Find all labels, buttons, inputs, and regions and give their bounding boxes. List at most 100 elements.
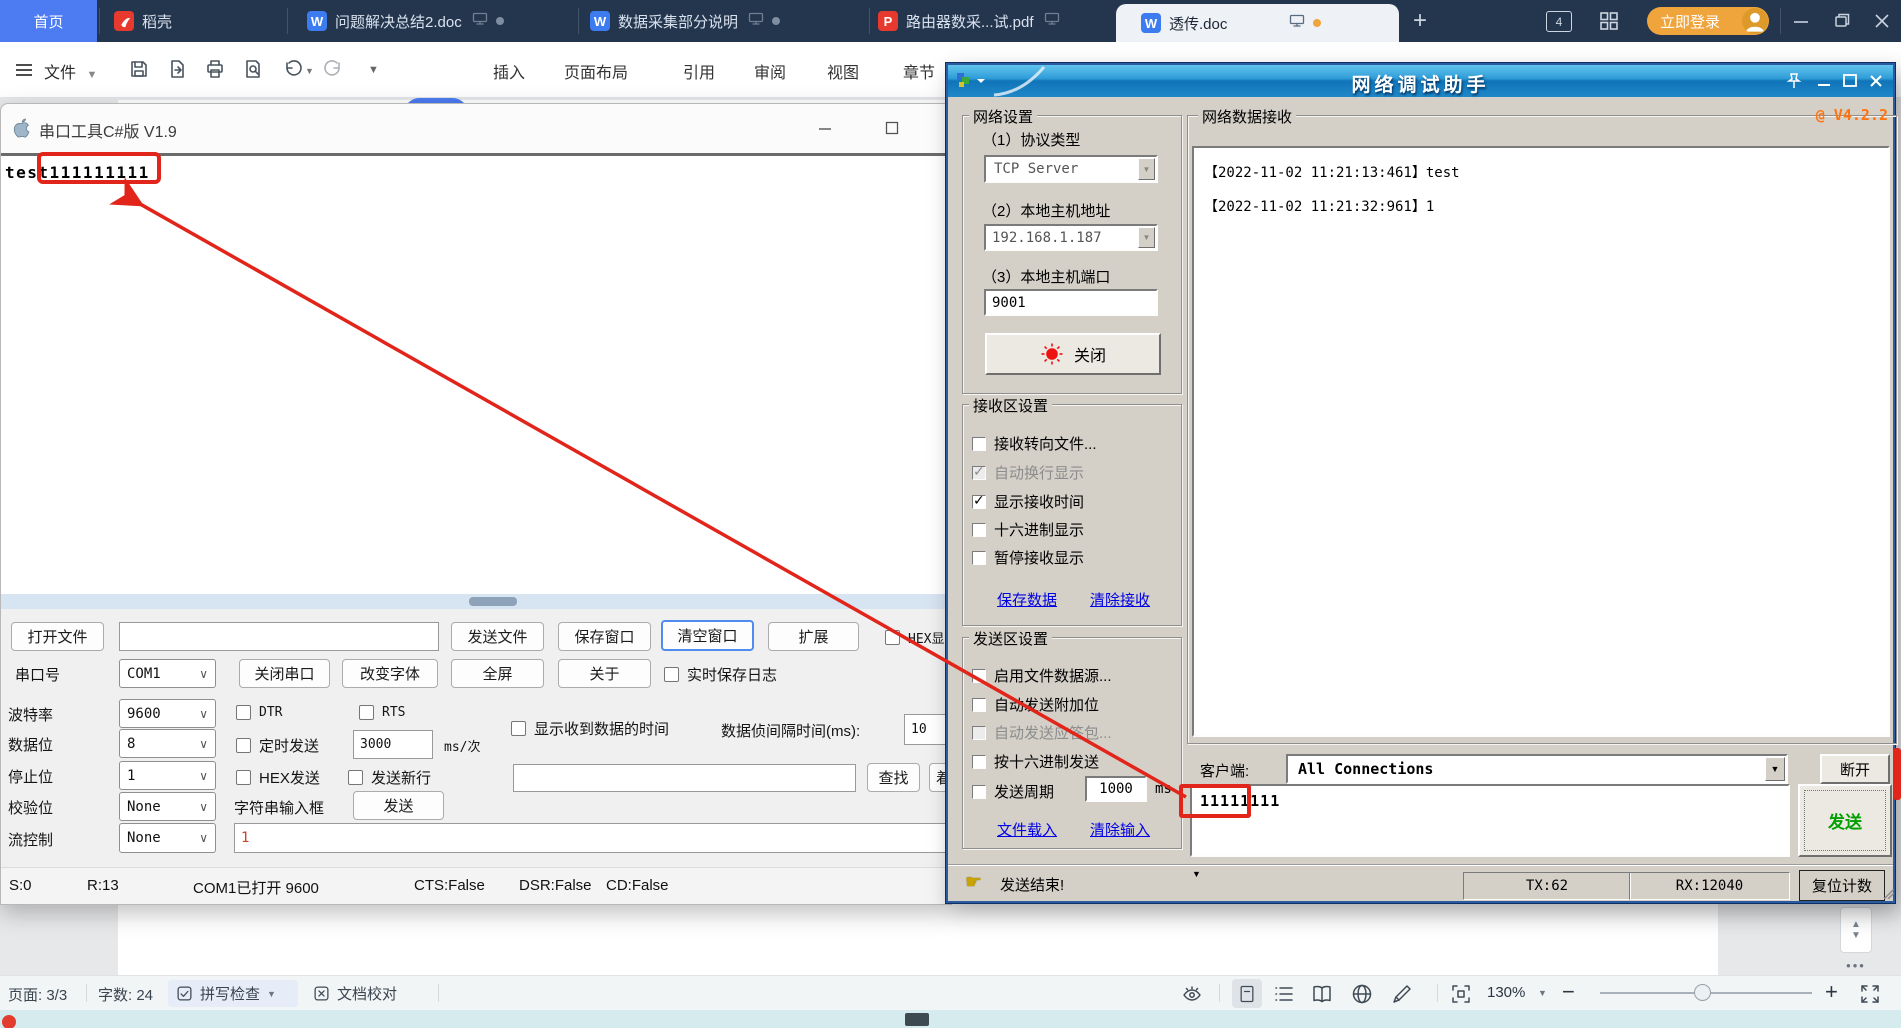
send-data-input[interactable]: 11111111 [1190,784,1790,857]
eye-protect-icon[interactable] [1180,982,1204,1010]
checkbox-icon[interactable] [236,738,251,753]
chevron-down-icon[interactable]: ▼ [1851,930,1861,941]
checkbox-icon[interactable] [972,755,986,769]
tab-section[interactable]: 章节 [903,59,935,83]
tab-doc2[interactable]: W 数据采集部分说明 [580,0,867,42]
page-view-button[interactable] [1232,979,1262,1008]
checkbox-icon[interactable] [359,705,374,720]
tab-home[interactable]: 首页 [0,0,97,42]
undo-dropdown-icon[interactable]: ▼ [305,66,314,76]
hex-send-checkbox[interactable]: 按十六进制发送 [972,751,1099,772]
reset-count-button[interactable]: 复位计数 [1799,870,1885,901]
file-path-input[interactable] [119,622,439,651]
dtr-checkbox[interactable]: DTR [236,705,282,720]
new-tab-button[interactable]: + [1404,5,1436,37]
fullscreen-button[interactable]: 全屏 [451,659,544,688]
zoom-dropdown-icon[interactable]: ▼ [1538,988,1547,998]
spell-check-button[interactable]: 拼写检查 ▼ [168,980,298,1007]
file-menu[interactable]: 文件 ▼ [44,59,97,83]
string-send-input[interactable]: 1 [234,823,949,853]
checkbox-icon[interactable] [972,523,986,537]
com-port-select[interactable]: COM1∨ [119,659,216,688]
tab-active-doc[interactable]: W 透传.doc [1116,4,1399,42]
auto-wrap-checkbox[interactable]: 自动换行显示 [972,462,1084,483]
serial-title-bar[interactable]: 串口工具C#版 V1.9 [1,104,951,153]
window-restore-button[interactable] [1831,12,1853,30]
checkbox-icon[interactable] [972,437,986,451]
serial-h-scrollbar[interactable] [1,594,951,609]
scrollbar-thumb[interactable] [469,597,517,606]
serial-minimize-button[interactable] [811,118,839,138]
serial-display-area[interactable]: test111111111 [1,156,951,594]
data-bits-select[interactable]: 8∨ [119,729,216,758]
zoom-slider-thumb[interactable] [1694,984,1711,1001]
show-recv-time-checkbox[interactable]: 显示收到数据的时间 [511,718,669,739]
export-icon[interactable] [166,58,188,85]
undo-icon[interactable] [282,58,304,85]
send-file-button[interactable]: 发送文件 [451,622,544,651]
chevron-down-icon[interactable]: ▼ [1765,757,1785,781]
serial-send-button[interactable]: 发送 [353,791,444,820]
ink-pen-icon[interactable] [1390,982,1414,1010]
baud-select[interactable]: 9600∨ [119,699,216,728]
protocol-select[interactable]: TCP Server ▼ [984,155,1158,183]
zoom-in-button[interactable]: + [1825,979,1838,1005]
save-icon[interactable] [128,58,150,85]
doc-more-dots-icon[interactable]: ••• [1842,958,1870,973]
outline-view-icon[interactable] [1272,982,1296,1010]
checkbox-icon[interactable] [972,551,986,565]
zoom-out-button[interactable]: − [1562,979,1575,1005]
window-minimize-button[interactable] [1790,12,1812,30]
open-file-button[interactable]: 打开文件 [11,622,104,651]
checkbox-icon[interactable] [348,770,363,785]
send-newline-checkbox[interactable]: 发送新行 [348,767,431,788]
web-layout-icon[interactable] [1350,982,1374,1010]
network-maximize-button[interactable] [1840,71,1860,95]
tab-doc1[interactable]: W 问题解决总结2.doc [289,0,578,42]
tab-page-layout[interactable]: 页面布局 [564,59,628,83]
checkbox-icon[interactable] [885,630,900,645]
network-title-bar[interactable]: 网络调试助手 [948,65,1893,97]
taskbar-app-icon[interactable] [2,1015,16,1028]
interval-input[interactable]: 10 [904,714,946,745]
doc-proof-button[interactable]: 文档校对 [311,980,429,1007]
recv-to-file-checkbox[interactable]: 接收转向文件... [972,433,1097,454]
menu-icon[interactable] [14,60,34,85]
hex-send-checkbox[interactable]: HEX发送 [236,767,320,788]
timed-send-input[interactable]: 3000 [353,730,433,759]
login-button[interactable]: 立即登录 [1647,7,1769,35]
checkbox-icon[interactable] [664,667,679,682]
resize-grip[interactable] [1884,889,1894,899]
close-connection-button[interactable]: 关闭 [985,333,1161,375]
parity-select[interactable]: None∨ [119,792,216,821]
chevron-down-icon[interactable]: ▼ [1138,227,1155,248]
multi-window-icon[interactable]: 4 [1546,11,1572,32]
send-period-input[interactable]: 1000 [1085,776,1147,802]
realtime-log-checkbox[interactable]: 实时保存日志 [664,664,777,685]
receive-data-area[interactable]: 【2022-11-02 11:21:13:461】test 【2022-11-0… [1192,146,1890,737]
hex-display-checkbox[interactable]: HEX显示 [885,628,949,647]
close-serial-button[interactable]: 关闭串口 [239,659,330,688]
save-window-button[interactable]: 保存窗口 [558,622,651,651]
client-select[interactable]: All Connections ▼ [1286,754,1788,784]
print-preview-icon[interactable] [242,58,264,85]
file-data-source-checkbox[interactable]: 启用文件数据源... [972,665,1112,686]
pause-recv-checkbox[interactable]: 暂停接收显示 [972,547,1084,568]
chevron-down-icon[interactable]: ▼ [1138,158,1155,180]
show-recv-time-checkbox[interactable]: 显示接收时间 [972,491,1084,512]
send-period-checkbox[interactable]: 发送周期 [972,781,1054,802]
save-data-link[interactable]: 保存数据 [997,589,1057,610]
load-file-link[interactable]: 文件载入 [997,819,1057,840]
find-input[interactable] [513,764,856,792]
workspace-grid-icon[interactable] [1599,11,1619,36]
taskbar-item[interactable] [905,1013,929,1026]
doc-scroll-widget[interactable]: ▲ ▼ [1840,907,1872,953]
auto-reply-checkbox[interactable]: 自动发送应答包... [972,722,1112,743]
find-button[interactable]: 查找 [867,763,920,792]
flow-control-select[interactable]: None∨ [119,823,216,853]
checkbox-icon[interactable] [972,698,986,712]
network-close-button[interactable] [1866,71,1886,95]
timed-send-checkbox[interactable]: 定时发送 [236,735,319,756]
extend-button[interactable]: 扩展 [768,622,859,651]
network-minimize-button[interactable] [1814,71,1834,95]
